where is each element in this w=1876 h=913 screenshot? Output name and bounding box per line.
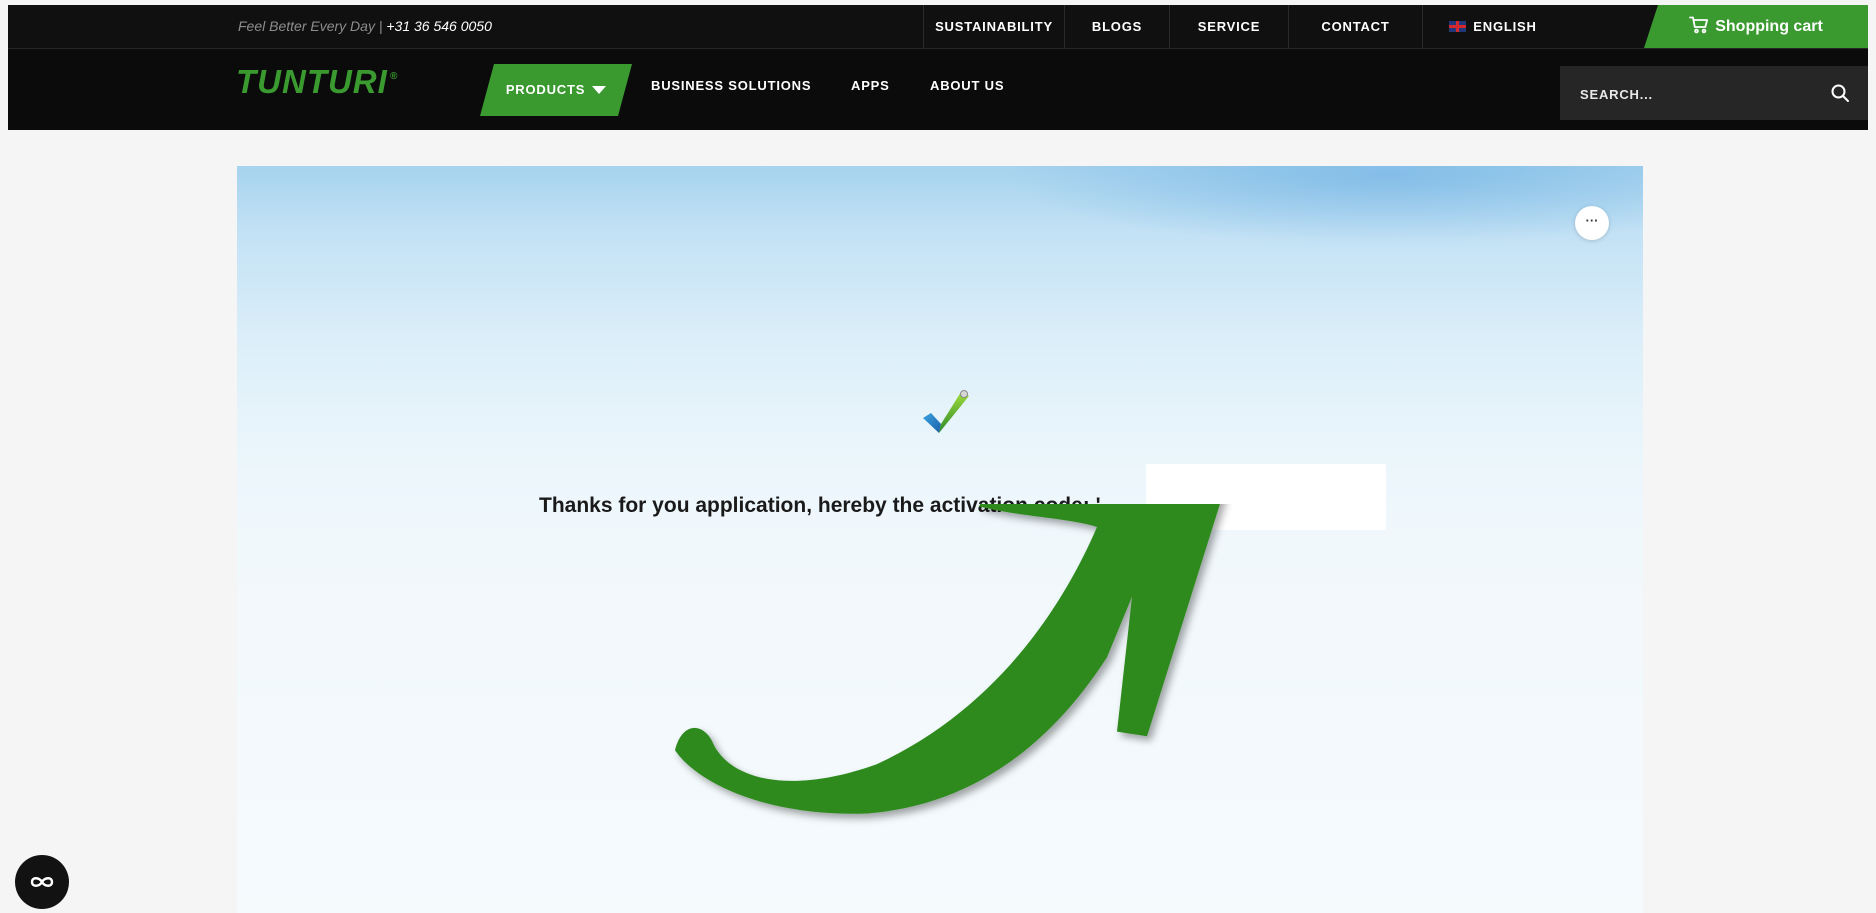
main-nav: TUNTURI ® PRODUCTS BUSINESS SOLUTIONS APP… — [8, 49, 1868, 130]
cart-label: Shopping cart — [1715, 18, 1823, 35]
topnav-service[interactable]: SERVICE — [1169, 5, 1288, 48]
phone-number[interactable]: +31 36 546 0050 — [386, 18, 492, 34]
checkmark-icon — [923, 390, 969, 433]
language-selector[interactable]: ENGLISH — [1422, 5, 1563, 48]
topnav-sustainability[interactable]: SUSTAINABILITY — [923, 5, 1064, 48]
nav-business-solutions[interactable]: BUSINESS SOLUTIONS — [651, 78, 811, 93]
products-label: PRODUCTS — [505, 82, 586, 97]
infinity-icon — [30, 877, 54, 887]
accessibility-button[interactable] — [15, 855, 69, 909]
more-options-button[interactable]: ··· — [1575, 206, 1609, 240]
products-menu-button[interactable]: PRODUCTS — [480, 64, 632, 116]
shopping-cart-button[interactable]: Shopping cart — [1644, 5, 1868, 48]
tagline: Feel Better Every Day | +31 36 546 0050 — [238, 18, 492, 34]
tunturi-logo[interactable]: TUNTURI ® — [236, 63, 398, 101]
search-input[interactable] — [1578, 66, 1812, 122]
tagline-separator: | — [378, 18, 383, 34]
caret-down-icon — [592, 86, 607, 94]
topnav-blogs[interactable]: BLOGS — [1064, 5, 1169, 48]
page: Feel Better Every Day | +31 36 546 0050 … — [8, 5, 1868, 913]
tagline-text: Feel Better Every Day — [238, 18, 375, 34]
topnav-contact[interactable]: CONTACT — [1288, 5, 1422, 48]
cart-icon — [1689, 16, 1709, 34]
uk-flag-icon — [1449, 21, 1467, 32]
activation-card: ··· Thanks for you application, hereby t… — [237, 166, 1643, 913]
logo-text: TUNTURI — [236, 63, 388, 100]
registered-mark: ® — [389, 71, 399, 82]
top-bar: Feel Better Every Day | +31 36 546 0050 … — [8, 5, 1868, 49]
search-box — [1560, 66, 1868, 122]
annotation-arrow — [675, 504, 1220, 814]
nav-about-us[interactable]: ABOUT US — [930, 78, 1004, 93]
search-icon[interactable] — [1830, 83, 1850, 103]
language-label: ENGLISH — [1473, 19, 1537, 34]
nav-apps[interactable]: APPS — [851, 78, 890, 93]
